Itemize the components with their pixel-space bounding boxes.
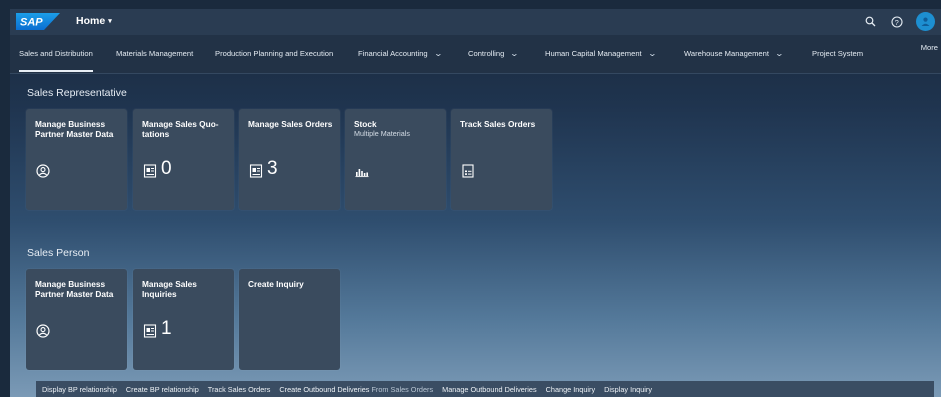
shell-bar: SAP Home ▾ ? (10, 9, 941, 35)
launchpad: SAP Home ▾ ? Sales and Distribution Mate… (10, 9, 941, 397)
tab-human-capital-management[interactable]: Human Capital Management ⌄ (545, 49, 657, 58)
tile-track-sales-orders[interactable]: Track Sales Orders (451, 109, 552, 210)
tile-count: 0 (161, 158, 172, 179)
link-display-inquiry[interactable]: Display Inquiry (604, 385, 652, 394)
search-icon[interactable] (862, 14, 878, 30)
home-label: Home (76, 15, 106, 27)
svg-text:?: ? (895, 17, 899, 26)
chevron-down-icon: ⌄ (774, 49, 785, 58)
person-circle-icon (36, 324, 50, 338)
tile-manage-business-partner-2[interactable]: Manage Business Partner Master Data (26, 269, 127, 370)
tile-title: Manage Business Partner Master Data (35, 119, 114, 139)
more-tabs-button[interactable]: More (921, 43, 938, 52)
tab-sales-and-distribution[interactable]: Sales and Distribution (19, 49, 93, 72)
chevron-down-icon: ⌄ (509, 49, 520, 58)
tab-label: Controlling (468, 49, 505, 58)
form-icon (461, 164, 475, 178)
person-circle-icon (36, 164, 50, 178)
tab-label: Sales and Distribution (19, 49, 93, 58)
link-subtitle: From Sales Orders (371, 384, 434, 394)
tile-create-inquiry[interactable]: Create Inquiry (239, 269, 340, 370)
document-icon (249, 164, 263, 178)
tab-project-system[interactable]: Project System (812, 49, 863, 58)
link-manage-outbound-deliveries[interactable]: Manage Outbound Deliveries (442, 385, 537, 394)
tile-manage-sales-inquiries[interactable]: Manage Sales Inquiries 1 (133, 269, 234, 370)
tab-label: Financial Accounting (358, 49, 428, 58)
svg-text:SAP: SAP (20, 17, 43, 29)
help-icon[interactable]: ? (889, 14, 905, 30)
tile-subtitle: Multiple Materials (354, 129, 410, 138)
tile-count: 3 (267, 158, 278, 179)
sap-logo[interactable]: SAP (16, 13, 60, 30)
tab-financial-accounting[interactable]: Financial Accounting ⌄ (358, 49, 443, 58)
tab-label: Warehouse Management (684, 49, 769, 58)
user-avatar[interactable] (916, 12, 935, 31)
tile-manage-sales-orders[interactable]: Manage Sales Orders 3 (239, 109, 340, 210)
section-title-sales-representative: Sales Representative (27, 87, 127, 99)
document-icon (143, 324, 157, 338)
link-label: Create Outbound Deliveries (279, 384, 370, 394)
tile-manage-sales-quotations[interactable]: Manage Sales Quo-tations 0 (133, 109, 234, 210)
tile-manage-business-partner[interactable]: Manage Business Partner Master Data (26, 109, 127, 210)
link-create-bp-relationship[interactable]: Create BP relationship (126, 385, 199, 394)
section-title-sales-person: Sales Person (27, 247, 90, 259)
tile-count: 1 (161, 318, 172, 339)
tab-materials-management[interactable]: Materials Management (116, 49, 193, 58)
bar-chart-icon (355, 164, 369, 178)
tile-title: Manage Sales Orders (248, 119, 333, 129)
tab-label: Human Capital Management (545, 49, 642, 58)
tab-warehouse-management[interactable]: Warehouse Management ⌄ (684, 49, 785, 58)
tile-title: Track Sales Orders (460, 119, 536, 129)
home-menu[interactable]: Home ▾ (76, 15, 112, 27)
chevron-down-icon: ⌄ (647, 49, 657, 58)
space-tab-bar: Sales and Distribution Materials Managem… (10, 35, 941, 74)
tile-title: Manage Business Partner Master Data (35, 279, 114, 299)
tile-title: Create Inquiry (248, 279, 304, 289)
chevron-down-icon: ⌄ (433, 49, 443, 58)
tab-label: Materials Management (116, 49, 194, 58)
tab-label: Project System (812, 49, 864, 58)
chevron-down-icon: ▾ (108, 18, 112, 25)
tile-title: Stock (354, 119, 377, 129)
link-change-inquiry[interactable]: Change Inquiry (546, 385, 596, 394)
tab-controlling[interactable]: Controlling ⌄ (468, 49, 520, 58)
tile-stock[interactable]: Stock Multiple Materials (345, 109, 446, 210)
tab-label: Production Planning and Execution (215, 49, 334, 58)
tile-title: Manage Sales Quo-tations (142, 119, 219, 139)
link-display-bp-relationship[interactable]: Display BP relationship (42, 385, 117, 394)
tile-title: Manage Sales Inquiries (142, 279, 197, 299)
link-create-outbound-deliveries[interactable]: Create Outbound Deliveries From Sales Or… (279, 385, 433, 394)
tab-production-planning[interactable]: Production Planning and Execution (215, 49, 333, 58)
link-track-sales-orders[interactable]: Track Sales Orders (208, 385, 271, 394)
document-icon (143, 164, 157, 178)
link-bar: Display BP relationship Create BP relati… (36, 381, 934, 397)
